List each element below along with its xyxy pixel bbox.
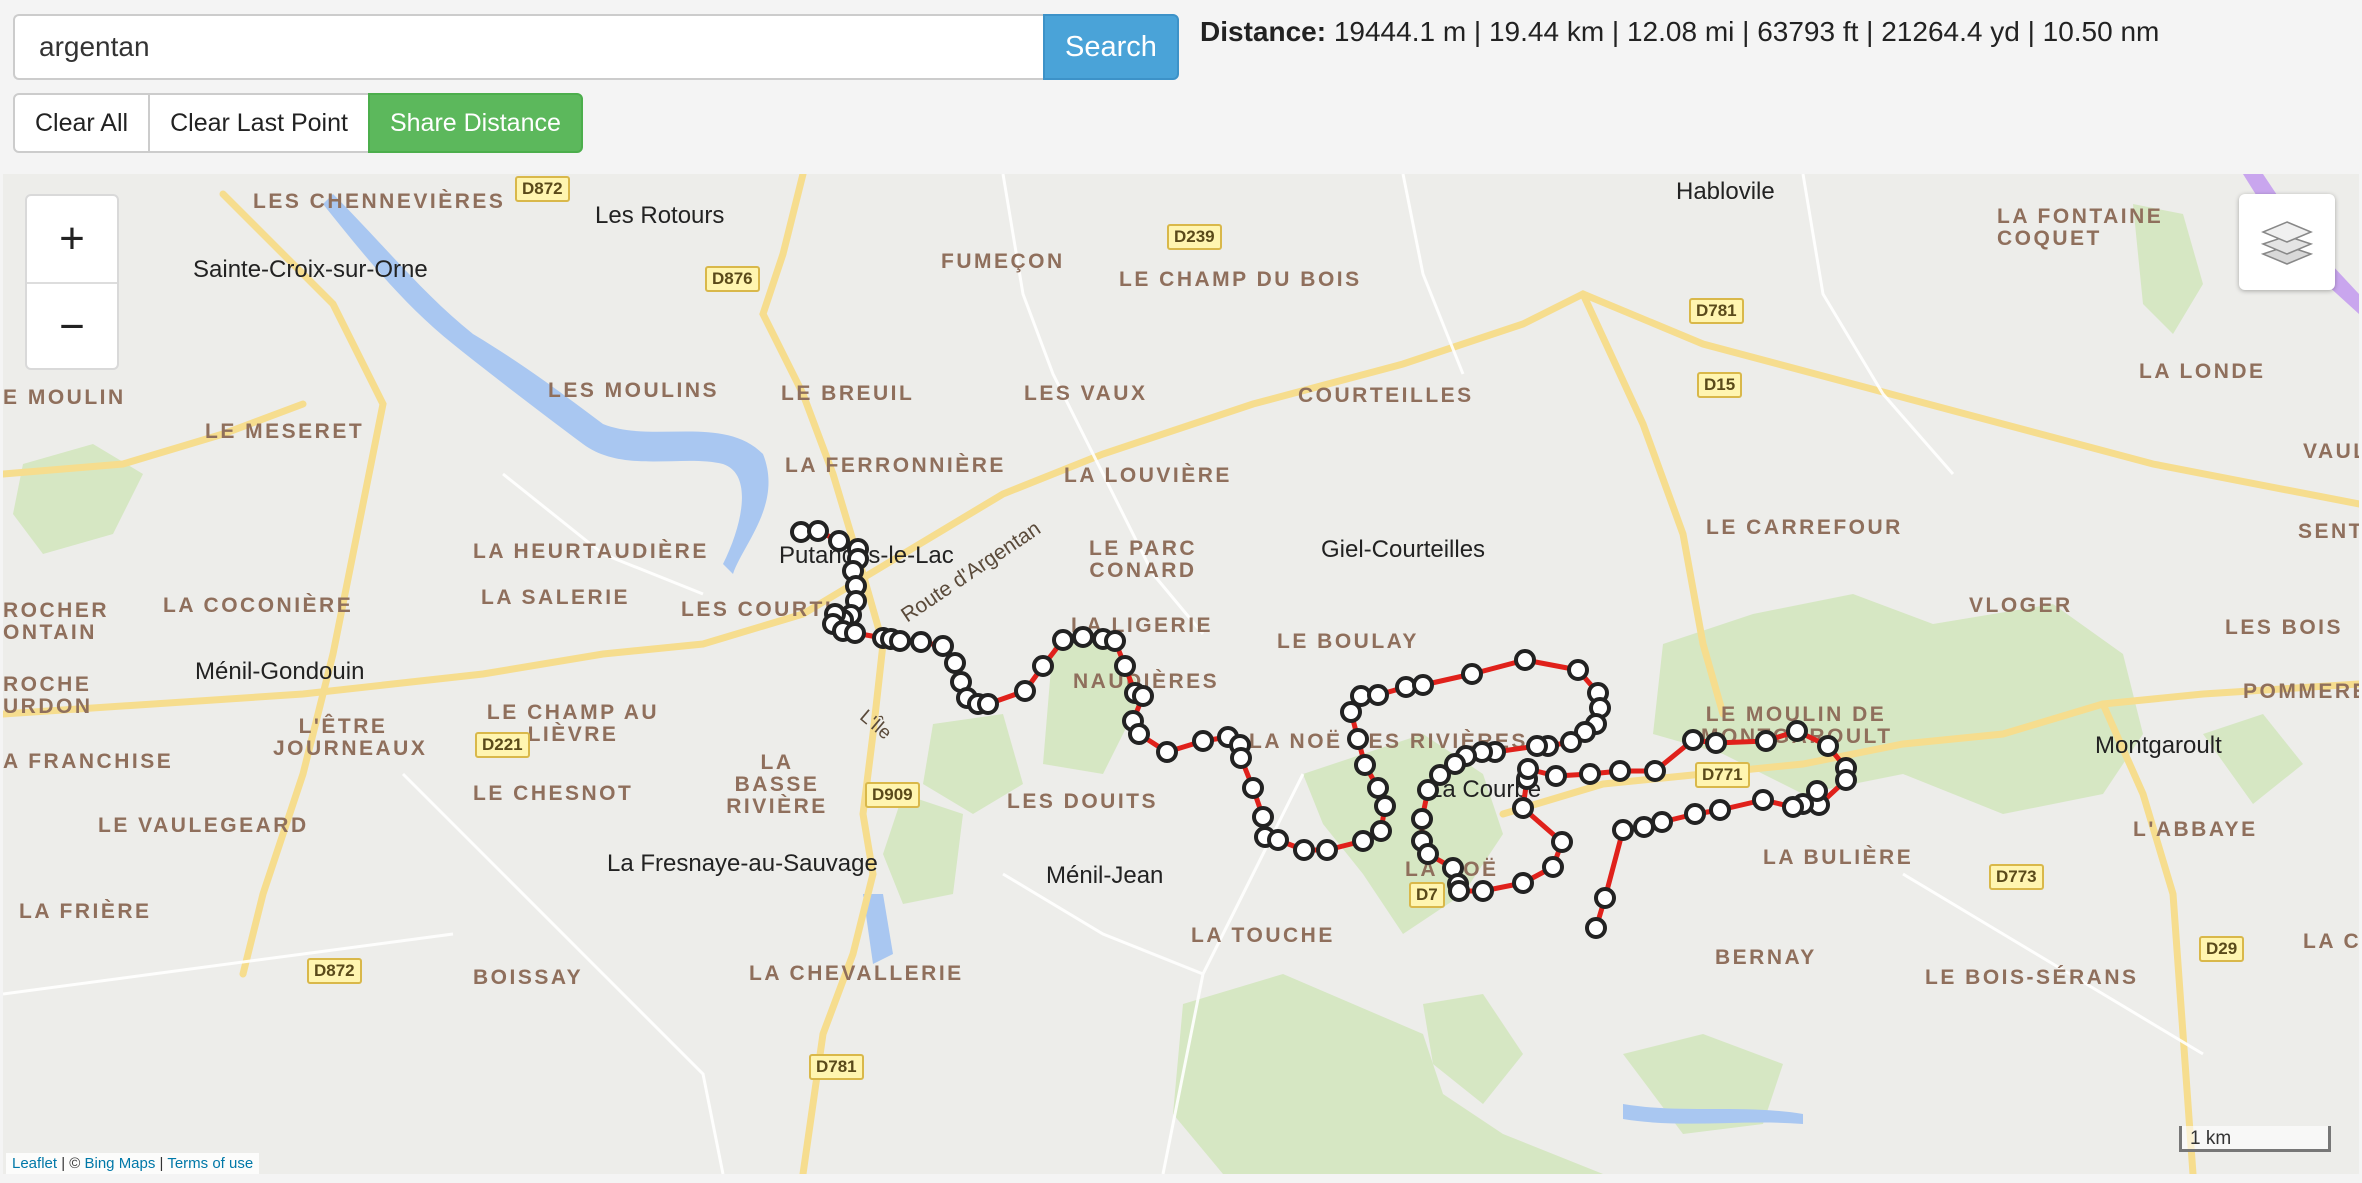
route-point-marker[interactable]: [1293, 839, 1315, 861]
search-button[interactable]: Search: [1043, 14, 1179, 80]
route-point-marker[interactable]: [1705, 732, 1727, 754]
layers-icon: [2260, 221, 2314, 265]
share-distance-button[interactable]: Share Distance: [367, 93, 583, 153]
route-point-marker[interactable]: [1684, 803, 1706, 825]
route-point-marker[interactable]: [1412, 674, 1434, 696]
action-buttons: Clear All Clear Last Point Share Distanc…: [13, 93, 583, 153]
route-point-marker[interactable]: [1347, 728, 1369, 750]
map-canvas[interactable]: LES CHENNEVIÈRES Les Rotours Sainte-Croi…: [3, 174, 2359, 1174]
route-point-marker[interactable]: [910, 631, 932, 653]
route-point-marker[interactable]: [1230, 747, 1252, 769]
route-point-marker[interactable]: [1545, 765, 1567, 787]
route-point-marker[interactable]: [1514, 649, 1536, 671]
route-point-marker[interactable]: [1370, 820, 1392, 842]
attribution-sep: |: [155, 1155, 168, 1172]
distance-readout: Distance: 19444.1 m | 19.44 km | 12.08 m…: [1200, 16, 2159, 48]
terms-of-use-link[interactable]: Terms of use: [167, 1155, 253, 1172]
route-point-marker[interactable]: [1682, 729, 1704, 751]
route-point-marker[interactable]: [1517, 758, 1539, 780]
route-point-marker[interactable]: [1567, 659, 1589, 681]
route-point-marker[interactable]: [1352, 830, 1374, 852]
route-point-marker[interactable]: [1644, 760, 1666, 782]
route-point-marker[interactable]: [1354, 754, 1376, 776]
route-point-marker[interactable]: [1114, 655, 1136, 677]
clear-last-point-button[interactable]: Clear Last Point: [148, 93, 370, 153]
scale-bar: 1 km: [2179, 1126, 2331, 1152]
route-point-marker[interactable]: [1594, 887, 1616, 909]
route-point-marker[interactable]: [1551, 831, 1573, 853]
route-point-marker[interactable]: [1242, 777, 1264, 799]
route-point-marker[interactable]: [1448, 880, 1470, 902]
route-point-marker[interactable]: [1472, 880, 1494, 902]
route-point-marker[interactable]: [1411, 808, 1433, 830]
bing-maps-link[interactable]: Bing Maps: [85, 1155, 156, 1172]
route-point-marker[interactable]: [1752, 789, 1774, 811]
route-point-marker[interactable]: [1316, 839, 1338, 861]
route-point-marker[interactable]: [844, 622, 866, 644]
attribution-sep: | ©: [57, 1155, 85, 1172]
route-point-marker[interactable]: [1156, 741, 1178, 763]
route-point-marker[interactable]: [1192, 730, 1214, 752]
search-input[interactable]: [13, 14, 1043, 80]
leaflet-link[interactable]: Leaflet: [12, 1155, 57, 1172]
distance-label: Distance:: [1200, 16, 1327, 47]
route-point-marker[interactable]: [1786, 720, 1808, 742]
route-point-marker[interactable]: [1128, 723, 1150, 745]
route-point-marker[interactable]: [1072, 626, 1094, 648]
route-point-marker[interactable]: [1755, 730, 1777, 752]
layers-button[interactable]: [2239, 194, 2335, 290]
clear-all-button[interactable]: Clear All: [13, 93, 151, 153]
attribution: Leaflet | © Bing Maps | Terms of use: [6, 1153, 260, 1174]
route-point-marker[interactable]: [1417, 779, 1439, 801]
route-point-marker[interactable]: [1461, 663, 1483, 685]
route-point-marker[interactable]: [1526, 735, 1548, 757]
route-point-marker[interactable]: [1267, 829, 1289, 851]
route-line: [800, 528, 1849, 929]
route-point-marker[interactable]: [1633, 816, 1655, 838]
route-point-marker[interactable]: [1542, 856, 1564, 878]
route-point-marker[interactable]: [1367, 684, 1389, 706]
route-point-marker[interactable]: [1651, 811, 1673, 833]
route-point-marker[interactable]: [1417, 843, 1439, 865]
route-point-marker[interactable]: [1609, 760, 1631, 782]
route-point-marker[interactable]: [1104, 630, 1126, 652]
zoom-control: + −: [25, 194, 119, 370]
route-point-marker[interactable]: [1512, 797, 1534, 819]
route-point-marker[interactable]: [1817, 735, 1839, 757]
route-point-marker[interactable]: [1252, 806, 1274, 828]
route-point-marker[interactable]: [1560, 731, 1582, 753]
route-point-marker[interactable]: [889, 630, 911, 652]
route-point-marker[interactable]: [1367, 777, 1389, 799]
route-layer: [790, 520, 1857, 939]
toolbar-area: Search Clear All Clear Last Point Share …: [0, 0, 2362, 170]
route-point-marker[interactable]: [1709, 799, 1731, 821]
zoom-out-button[interactable]: −: [27, 284, 117, 370]
route-point-marker[interactable]: [1612, 819, 1634, 841]
route-point-marker[interactable]: [1585, 917, 1607, 939]
route-point-marker[interactable]: [932, 635, 954, 657]
route-point-marker[interactable]: [977, 693, 999, 715]
route-point-marker[interactable]: [1052, 629, 1074, 651]
route-point-marker[interactable]: [1782, 796, 1804, 818]
distance-values: 19444.1 m | 19.44 km | 12.08 mi | 63793 …: [1333, 16, 2160, 47]
route-point-marker[interactable]: [807, 520, 829, 542]
zoom-in-button[interactable]: +: [27, 196, 117, 284]
route-point-marker[interactable]: [1374, 795, 1396, 817]
route-point-marker[interactable]: [944, 652, 966, 674]
route-point-marker[interactable]: [1014, 680, 1036, 702]
route-point-marker[interactable]: [1579, 763, 1601, 785]
route-point-marker[interactable]: [1512, 872, 1534, 894]
route-point-marker[interactable]: [1132, 685, 1154, 707]
route-point-marker[interactable]: [828, 530, 850, 552]
route-point-marker[interactable]: [1835, 769, 1857, 791]
route-point-marker[interactable]: [1032, 655, 1054, 677]
